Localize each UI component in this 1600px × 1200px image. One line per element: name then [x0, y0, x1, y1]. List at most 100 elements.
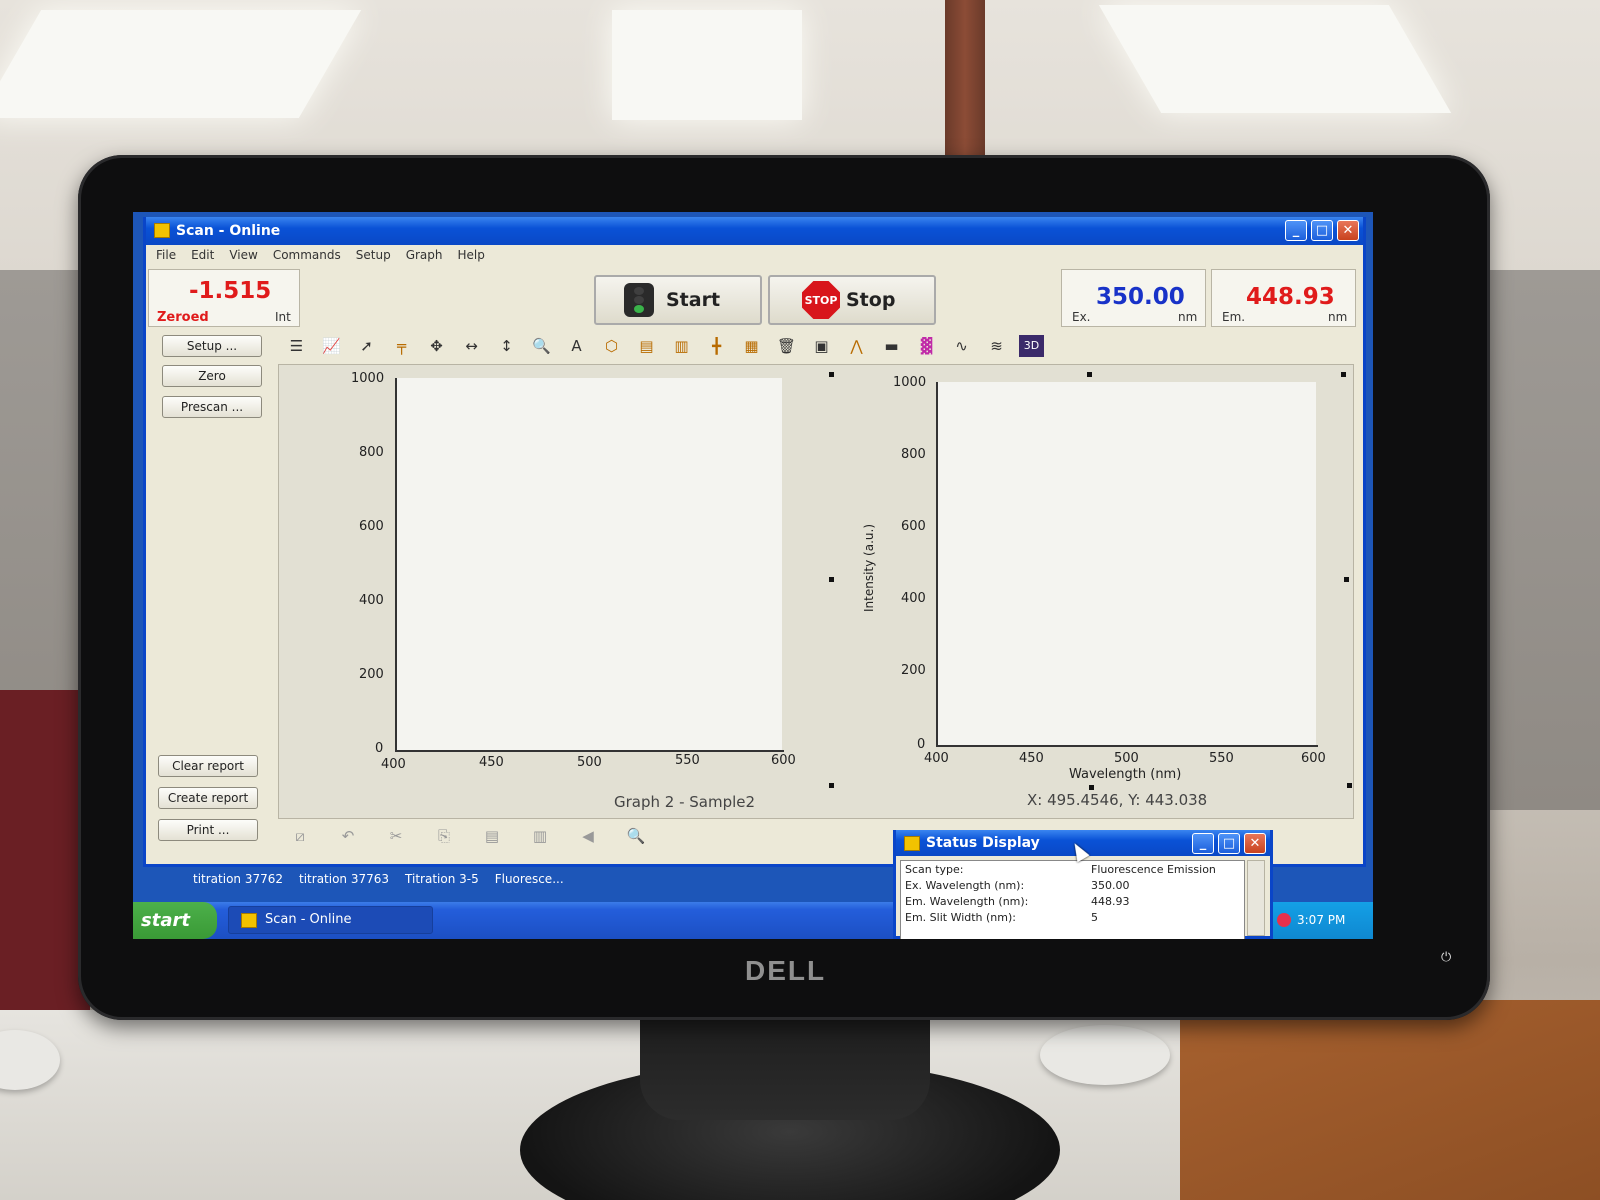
chair: [0, 690, 90, 1010]
status-value: 5: [1091, 911, 1098, 924]
graph2-y-tick: 0: [917, 737, 926, 752]
desktop-icon-label[interactable]: titration 37762: [193, 872, 283, 886]
graph2-plot-area[interactable]: [938, 382, 1316, 745]
zoom-icon[interactable]: 🔍: [529, 335, 554, 357]
status-key: Scan type:: [905, 863, 964, 876]
stop-button[interactable]: STOP Stop: [768, 275, 936, 325]
graph2-resize-handle[interactable]: [1089, 785, 1094, 790]
setup-button[interactable]: Setup ...: [162, 335, 262, 357]
axes-icon[interactable]: ╋: [704, 335, 729, 357]
status-key: Ex. Wavelength (nm):: [905, 879, 1025, 892]
menu-edit[interactable]: Edit: [191, 245, 214, 265]
graph2-resize-handle[interactable]: [1087, 372, 1092, 377]
desktop-icon-label[interactable]: Titration 3-5: [405, 872, 479, 886]
menu-commands[interactable]: Commands: [273, 245, 341, 265]
graph1-resize-handle[interactable]: [829, 577, 834, 582]
status-row: Ex. Wavelength (nm): 350.00: [901, 879, 1246, 895]
graph1-plot-area[interactable]: [397, 378, 782, 750]
graph-toolbar: ☰ 📈 ➚ ╤ ✥ ↔ ↕ 🔍 A ⬡ ▤ ▥ ╋ ▦ 🗑 ▣ ⋀ ▬ ▓ ∿ …: [278, 331, 1350, 361]
graph2-resize-handle[interactable]: [1341, 372, 1346, 377]
emission-readout: 448.93 Em. nm: [1211, 269, 1356, 327]
app-icon: [154, 223, 170, 238]
layout-2-icon[interactable]: ▥: [669, 335, 694, 357]
start-label: Start: [666, 289, 721, 311]
maximize-icon[interactable]: □: [1311, 220, 1333, 241]
layout-icon[interactable]: ▤: [634, 335, 659, 357]
graph1-resize-handle[interactable]: [829, 372, 834, 377]
start-button[interactable]: Start: [594, 275, 762, 325]
maximize-icon[interactable]: □: [1218, 833, 1240, 854]
graph2-x-tick: 500: [1114, 751, 1139, 766]
app-icon: [241, 913, 257, 928]
graph2-resize-handle[interactable]: [1344, 577, 1349, 582]
create-report-button[interactable]: Create report: [158, 787, 258, 809]
minimize-icon[interactable]: _: [1192, 833, 1214, 854]
vertical-scale-icon[interactable]: ↕: [494, 335, 519, 357]
status-table: Scan type: Fluorescence Emission Ex. Wav…: [900, 860, 1245, 939]
graph2-x-tick: 600: [1301, 751, 1326, 766]
list-icon[interactable]: ☰: [284, 335, 309, 357]
clear-report-button[interactable]: Clear report: [158, 755, 258, 777]
flag-icon[interactable]: ◀: [576, 826, 600, 846]
menu-setup[interactable]: Setup: [356, 245, 391, 265]
menu-graph[interactable]: Graph: [406, 245, 443, 265]
clock[interactable]: 3:07 PM: [1297, 913, 1345, 927]
color-map-icon[interactable]: ▓: [914, 335, 939, 357]
smooth-icon[interactable]: ∿: [949, 335, 974, 357]
desktop-icon-label[interactable]: titration 37763: [299, 872, 389, 886]
move-icon[interactable]: ✥: [424, 335, 449, 357]
horizontal-scale-icon[interactable]: ↔: [459, 335, 484, 357]
system-tray: 3:07 PM: [1273, 902, 1373, 939]
desktop-icon-label[interactable]: Fluoresce...: [495, 872, 564, 886]
prescan-button[interactable]: Prescan ...: [162, 396, 262, 418]
paste-special-icon[interactable]: ▥: [528, 826, 552, 846]
window-titlebar[interactable]: Scan - Online _ □ ✕: [146, 217, 1363, 245]
menu-file[interactable]: File: [156, 245, 176, 265]
text-icon[interactable]: A: [564, 335, 589, 357]
paste-icon[interactable]: ▤: [480, 826, 504, 846]
undo-icon[interactable]: ↶: [336, 826, 360, 846]
power-icon[interactable]: ⏻: [1441, 950, 1455, 965]
cut-icon[interactable]: ✂: [384, 826, 408, 846]
taskbar-item-scan[interactable]: Scan - Online: [228, 906, 433, 934]
select-icon[interactable]: ⧄: [288, 826, 312, 846]
menu-help[interactable]: Help: [458, 245, 485, 265]
graph1-y-tick: 400: [359, 593, 384, 608]
security-icon[interactable]: [1277, 913, 1291, 927]
desk-wood: [1180, 1000, 1600, 1200]
close-icon[interactable]: ✕: [1337, 220, 1359, 241]
traffic-light-icon: [624, 283, 654, 317]
pointer-icon[interactable]: ➚: [354, 335, 379, 357]
print-preview-icon[interactable]: 🔍: [624, 826, 648, 846]
graph-panel: 1000 800 600 400 200 0 400 450 500 550 6…: [278, 364, 1354, 819]
cursor-readout: X: 495.4546, Y: 443.038: [1027, 791, 1208, 809]
emission-unit: nm: [1328, 310, 1348, 324]
shape-icon[interactable]: ⬡: [599, 335, 624, 357]
close-icon[interactable]: ✕: [1244, 833, 1266, 854]
zeroed-label: Zeroed: [157, 310, 209, 325]
intensity-readout: -1.515 Zeroed Int: [148, 269, 300, 327]
calculator-icon[interactable]: ▬: [879, 335, 904, 357]
graph2-y-axis-label: Intensity (a.u.): [862, 524, 876, 612]
menu-bar: File Edit View Commands Setup Graph Help: [146, 245, 1363, 265]
export-icon[interactable]: ▦: [739, 335, 764, 357]
chart-icon[interactable]: 📈: [319, 335, 344, 357]
print-button[interactable]: Print ...: [158, 819, 258, 841]
3d-icon[interactable]: 3D: [1019, 335, 1044, 357]
cursor-line-icon[interactable]: ╤: [389, 335, 414, 357]
zero-button[interactable]: Zero: [162, 365, 262, 387]
clipboard-icon[interactable]: ▣: [809, 335, 834, 357]
status-scrollbar[interactable]: [1247, 860, 1265, 936]
peak-icon[interactable]: ⋀: [844, 335, 869, 357]
trash-icon[interactable]: 🗑: [774, 335, 799, 357]
graph1-y-tick: 0: [375, 741, 384, 756]
start-menu-button[interactable]: start: [133, 902, 217, 939]
graph2-resize-handle[interactable]: [1347, 783, 1352, 788]
derivative-icon[interactable]: ≋: [984, 335, 1009, 357]
taskbar-item-label: Scan - Online: [265, 912, 352, 927]
minimize-icon[interactable]: _: [1285, 220, 1307, 241]
copy-icon[interactable]: ⎘: [432, 826, 456, 846]
graph1-resize-handle[interactable]: [829, 783, 834, 788]
menu-view[interactable]: View: [229, 245, 257, 265]
status-value: 350.00: [1091, 879, 1130, 892]
